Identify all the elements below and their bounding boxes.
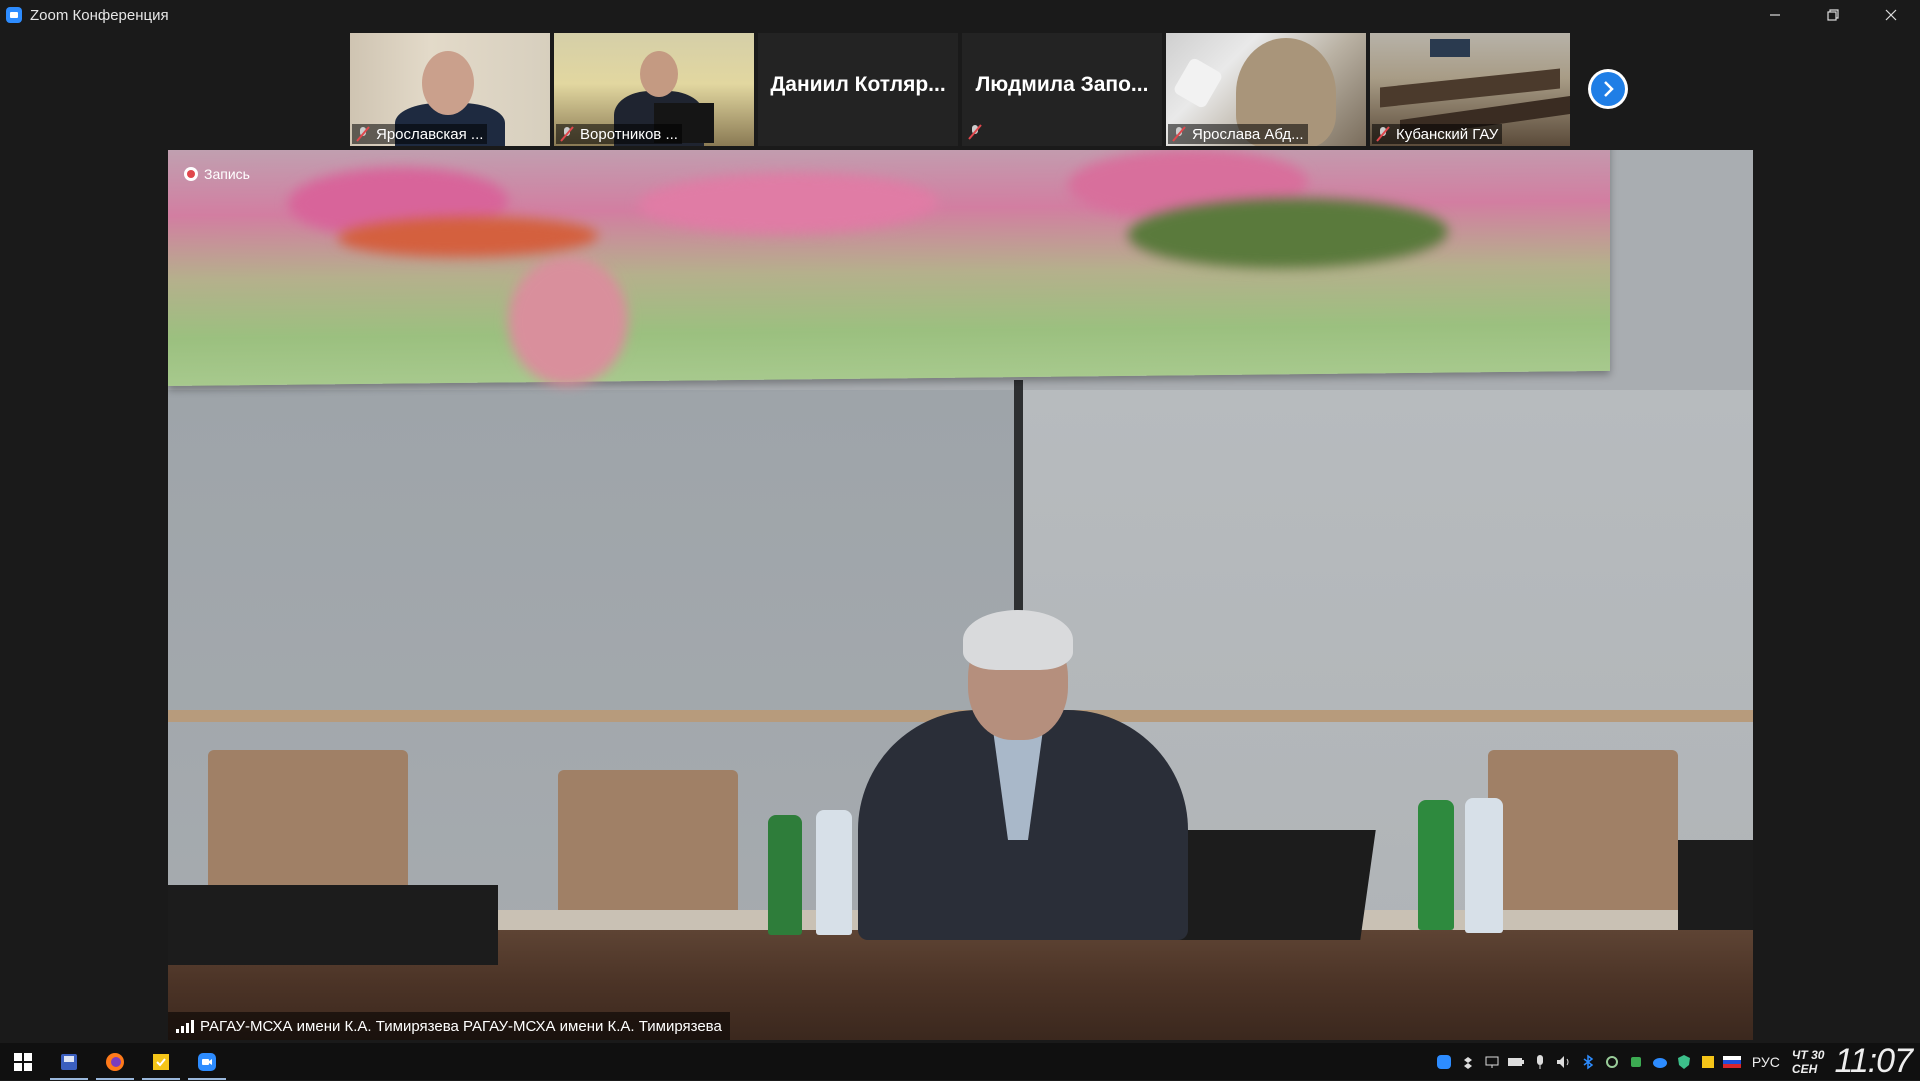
cloud-icon[interactable] <box>1648 1043 1672 1080</box>
participant-thumbnail[interactable]: Даниил Котляр... <box>758 33 958 146</box>
tray-date[interactable]: ЧТ 30 СЕН <box>1792 1048 1825 1076</box>
firefox-icon <box>106 1052 124 1071</box>
tray-clock[interactable]: 11:07 <box>1834 1042 1913 1081</box>
zoom-icon <box>198 1052 216 1071</box>
taskbar-file-manager[interactable] <box>46 1043 92 1080</box>
input-language[interactable]: РУС <box>1752 1054 1780 1070</box>
participant-name: Людмила Запо... <box>975 73 1149 96</box>
zoom-tray-icon[interactable] <box>1432 1043 1456 1080</box>
date-day: ЧТ 30 <box>1791 1047 1825 1062</box>
participant-thumbnail[interactable]: Ярославская ... <box>350 33 550 146</box>
muted-mic-icon <box>1376 126 1390 142</box>
battery-icon[interactable] <box>1504 1043 1528 1080</box>
participant-thumbnail[interactable]: Ярослава Абд... <box>1166 33 1366 146</box>
taskbar-firefox[interactable] <box>92 1043 138 1080</box>
windows-start-button[interactable] <box>0 1043 46 1080</box>
participant-name: Воротников ... <box>580 125 678 143</box>
file-manager-icon <box>61 1053 77 1070</box>
chevron-right-icon <box>1604 81 1614 97</box>
network-icon[interactable] <box>1480 1043 1504 1080</box>
muted-mic-icon <box>356 126 370 142</box>
muted-mic-icon <box>968 124 982 140</box>
next-page-button[interactable] <box>1588 69 1628 109</box>
sync-icon[interactable] <box>1600 1043 1624 1080</box>
participant-thumbnail[interactable]: Людмила Запо... <box>962 33 1162 146</box>
close-button[interactable] <box>1862 0 1920 30</box>
shield-icon[interactable] <box>1672 1043 1696 1080</box>
participant-thumbnail[interactable]: Воротников ... <box>554 33 754 146</box>
taskbar: РУС ЧТ 30 СЕН 11:07 <box>0 1042 1920 1081</box>
recording-indicator[interactable]: Запись <box>184 166 250 182</box>
muted-mic-icon <box>560 126 574 142</box>
date-month: СЕН <box>1791 1061 1818 1076</box>
zoom-app-icon <box>6 7 22 23</box>
restore-button[interactable] <box>1804 0 1862 30</box>
background-screen <box>168 150 1610 387</box>
volume-icon[interactable] <box>1552 1043 1576 1080</box>
dropbox-icon[interactable] <box>1456 1043 1480 1080</box>
speaker-name-label: РАГАУ-МСХА имени К.А. Тимирязева РАГАУ-М… <box>168 1012 730 1040</box>
taskbar-zoom[interactable] <box>184 1043 230 1080</box>
window-title: Zoom Конференция <box>30 6 169 24</box>
participant-strip: Ярославская ... Воротников ... Даниил Ко… <box>350 33 1570 146</box>
sticky-notes-icon <box>153 1053 169 1070</box>
signal-strength-icon <box>176 1019 194 1033</box>
participant-name: Ярослава Абд... <box>1192 125 1304 143</box>
minimize-button[interactable] <box>1746 0 1804 30</box>
taskbar-sticky-notes[interactable] <box>138 1043 184 1080</box>
windows-logo-icon <box>14 1052 32 1071</box>
system-tray: РУС ЧТ 30 СЕН 11:07 <box>1432 1042 1920 1081</box>
title-bar: Zoom Конференция <box>0 0 1920 30</box>
record-icon <box>184 167 198 181</box>
participant-name: Ярославская ... <box>376 125 484 143</box>
russian-flag-icon[interactable] <box>1720 1043 1744 1080</box>
bluetooth-icon[interactable] <box>1576 1043 1600 1080</box>
participant-name: Кубанский ГАУ <box>1396 125 1499 143</box>
microphone-icon[interactable] <box>1528 1043 1552 1080</box>
security-icon[interactable] <box>1624 1043 1648 1080</box>
active-speaker-video[interactable]: Запись РАГАУ-МСХА имени К.А. Тимирязева … <box>168 150 1753 1040</box>
recording-label: Запись <box>204 166 250 182</box>
sticky-notes-tray-icon[interactable] <box>1696 1043 1720 1080</box>
participant-name: Даниил Котляр... <box>770 73 946 96</box>
speaker-name: РАГАУ-МСХА имени К.А. Тимирязева РАГАУ-М… <box>200 1017 722 1035</box>
muted-mic-icon <box>1172 126 1186 142</box>
participant-thumbnail[interactable]: Кубанский ГАУ <box>1370 33 1570 146</box>
